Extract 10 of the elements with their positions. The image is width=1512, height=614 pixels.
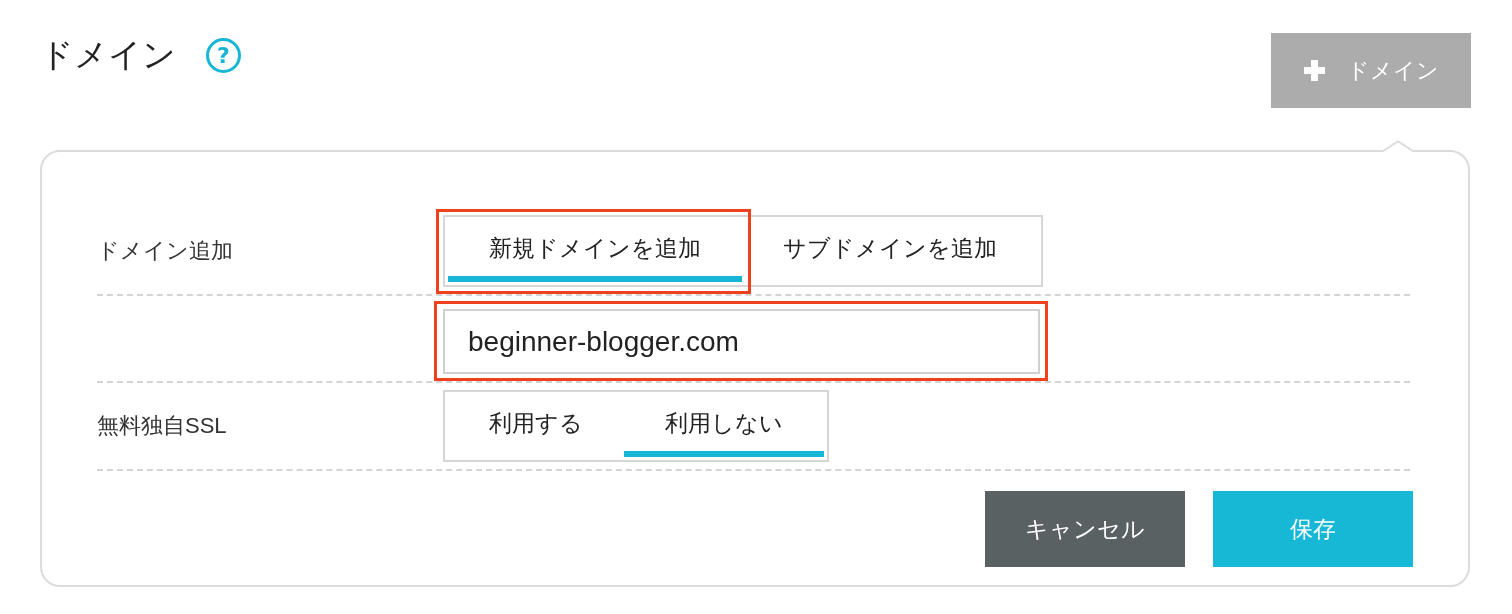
domain-input[interactable]: beginner-blogger.com (443, 309, 1040, 374)
option-tab[interactable]: 利用する (448, 395, 624, 457)
plus-icon (1303, 60, 1325, 81)
option-tab[interactable]: 利用しない (624, 395, 824, 457)
field-label: ドメイン追加 (97, 237, 234, 265)
option-tab[interactable]: サブドメインを追加 (742, 220, 1038, 282)
cancel-button[interactable]: キャンセル (985, 491, 1185, 567)
page-title: ドメイン (40, 35, 176, 75)
field-label: 無料独自SSL (97, 412, 228, 440)
option-tab[interactable]: 新規ドメインを追加 (448, 220, 742, 282)
